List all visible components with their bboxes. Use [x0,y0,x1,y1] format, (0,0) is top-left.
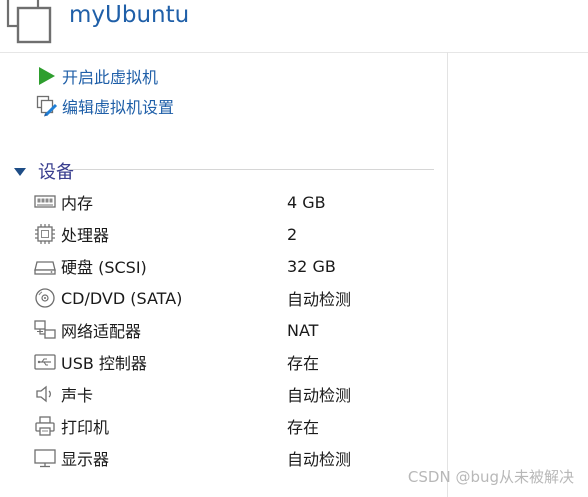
vm-header: myUbuntu [0,0,588,53]
vm-icon [6,0,52,44]
edit-vm-settings-link[interactable]: 编辑虚拟机设置 [36,94,174,118]
display-icon [34,449,56,468]
device-row-cd-dvd[interactable]: CD/DVD (SATA) 自动检测 [33,284,433,312]
play-icon [39,67,55,85]
device-name: 硬盘 (SCSI) [61,258,147,277]
device-value: 自动检测 [287,450,352,469]
device-name: USB 控制器 [61,354,147,373]
cd-dvd-icon [35,288,55,308]
device-value: NAT [287,320,319,340]
device-name: 打印机 [61,418,110,437]
processor-icon [35,224,55,244]
device-name: 显示器 [61,450,110,469]
power-on-vm-link[interactable]: 开启此虚拟机 [36,64,158,88]
collapse-triangle-icon [14,168,26,176]
device-name: 处理器 [61,226,110,245]
device-value: 32 GB [287,256,336,276]
device-name: 内存 [61,194,94,213]
device-name: 声卡 [61,386,94,405]
hard-disk-icon [34,261,56,275]
device-name: 网络适配器 [61,322,142,341]
device-row-sound-card[interactable]: 声卡 自动检测 [33,380,433,408]
sound-card-icon [36,385,51,403]
printer-icon [35,416,55,436]
vm-summary-page: myUbuntu 开启此虚拟机 编辑虚拟机设置 设备 内存 4 GB 处理器 2… [0,0,588,497]
device-row-memory[interactable]: 内存 4 GB [33,188,433,216]
device-row-hard-disk[interactable]: 硬盘 (SCSI) 32 GB [33,252,433,280]
device-value: 4 GB [287,192,326,212]
device-row-printer[interactable]: 打印机 存在 [33,412,433,440]
usb-icon [34,354,56,370]
device-row-processor[interactable]: 处理器 2 [33,220,433,248]
device-value: 2 [287,224,298,244]
device-row-network-adapter[interactable]: 网络适配器 NAT [33,316,433,344]
edit-settings-icon [36,95,58,117]
device-value: 存在 [287,354,320,373]
device-value: 自动检测 [287,290,352,309]
device-name: CD/DVD (SATA) [61,288,183,308]
device-value: 存在 [287,418,320,437]
vm-name-title: myUbuntu [69,2,190,28]
devices-section-toggle[interactable]: 设备 [14,158,74,184]
edit-vm-settings-label: 编辑虚拟机设置 [62,98,175,117]
device-row-display[interactable]: 显示器 自动检测 [33,444,433,472]
power-on-vm-label: 开启此虚拟机 [62,68,159,87]
section-divider [68,169,434,170]
watermark-text: CSDN @bug从未被解决 [407,468,574,486]
device-row-usb-controller[interactable]: USB 控制器 存在 [33,348,433,376]
network-adapter-icon [34,320,56,339]
memory-icon [34,195,56,208]
device-value: 自动检测 [287,386,352,405]
devices-section-title: 设备 [38,162,74,183]
panel-divider [447,52,448,497]
